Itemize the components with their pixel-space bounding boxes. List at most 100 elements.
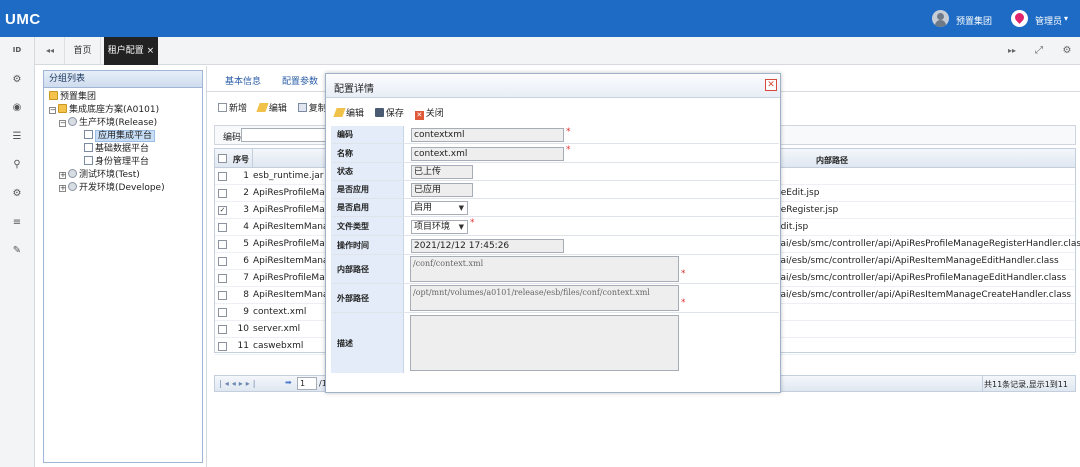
op-time-value: 2021/12/12 17:45:26	[411, 239, 564, 253]
tree-node-release[interactable]: − 生产环境(Release)	[59, 117, 157, 130]
org-switch[interactable]: 预置集团	[956, 14, 992, 27]
status-value: 已上传	[411, 165, 473, 179]
dialog-save-button[interactable]: 保存	[374, 106, 404, 119]
dialog-toolbar: 编辑 保存 ✕ 关闭	[333, 106, 452, 120]
panel-title: 分组列表	[44, 71, 202, 88]
cog-icon[interactable]: ⚙	[0, 188, 34, 199]
dialog-close-button[interactable]: ✕ 关闭	[414, 106, 444, 120]
row-checkbox[interactable]	[218, 308, 227, 317]
refresh-icon[interactable]: ➡	[285, 378, 292, 387]
desc-textarea[interactable]	[410, 315, 679, 371]
row-name: ApiResItemManag	[253, 222, 335, 232]
row-index: 3	[243, 205, 249, 215]
tree-node-solution[interactable]: − 集成底座方案(A0101)	[49, 104, 159, 117]
inner-path-textarea[interactable]: /conf/context.xml	[410, 256, 679, 282]
expand-icon[interactable]: +	[59, 172, 66, 179]
copy-button[interactable]: 复制	[297, 101, 327, 114]
subtab-basic-info[interactable]: 基本信息	[225, 74, 261, 87]
tree-node-identity[interactable]: 身份管理平台	[84, 156, 149, 169]
row-checkbox[interactable]	[218, 274, 227, 283]
row-checkbox[interactable]	[218, 257, 227, 266]
required-mark: *	[681, 269, 686, 279]
globe-icon	[68, 169, 77, 178]
name-input[interactable]: context.xml	[411, 147, 564, 161]
tree-node-app-integration[interactable]: 应用集成平台	[84, 130, 156, 143]
row-checkbox[interactable]	[218, 325, 227, 334]
pager-nav-icons[interactable]: |◂◂▸▸|	[219, 379, 258, 388]
col-divider	[252, 149, 253, 168]
tab-settings-icon[interactable]: ⚙	[1056, 37, 1078, 65]
outer-path-textarea[interactable]: /opt/mnt/volumes/a0101/release/esb/files…	[410, 285, 679, 311]
chevron-down-icon: ▼	[458, 223, 464, 231]
row-name: esb_runtime.jar	[253, 171, 324, 181]
subtab-config-params[interactable]: 配置参数	[282, 74, 318, 87]
dialog-edit-button[interactable]: 编辑	[333, 106, 364, 119]
row-checkbox[interactable]	[218, 172, 227, 181]
code-input[interactable]: contextxml	[411, 128, 564, 142]
wrench-icon[interactable]: ✎	[0, 245, 34, 256]
copy-icon	[297, 103, 307, 112]
config-detail-dialog: 配置详情 ✕ 编辑 保存 ✕ 关闭 编码 contextxml * 名称 cont…	[325, 73, 781, 393]
field-applied: 是否应用 已应用	[331, 181, 779, 199]
row-checkbox[interactable]	[218, 223, 227, 232]
enabled-select[interactable]: 启用 ▼	[411, 201, 468, 215]
row-index: 2	[243, 188, 249, 198]
edit-button[interactable]: 编辑	[256, 101, 287, 114]
tab-bar: ◂◂ 首页 租户配置 × ▸▸ ⤢ ⚙	[35, 37, 1080, 65]
dialog-title: 配置详情	[334, 84, 374, 95]
gears-icon[interactable]: ⚙	[0, 74, 34, 85]
user-pin-icon	[1011, 10, 1028, 27]
tree-node-develop[interactable]: + 开发环境(Develope)	[59, 182, 165, 195]
filter-code-label: 编码	[223, 133, 242, 143]
tab-tenant-config[interactable]: 租户配置 ×	[104, 37, 158, 65]
row-index: 4	[243, 222, 249, 232]
eye-icon[interactable]: ◉	[0, 102, 34, 113]
row-inner-path: eai/esb/smc/controller/api/ApiResItemMan…	[775, 256, 1059, 266]
row-inner-path: eai/esb/smc/controller/api/ApiResProfile…	[775, 239, 1080, 249]
add-button[interactable]: 新增	[218, 101, 247, 114]
tab-scroll-left-icon[interactable]: ◂◂	[39, 37, 61, 65]
row-name: ApiResProfileMana	[253, 188, 336, 198]
globe-icon	[68, 117, 77, 126]
row-checkbox[interactable]	[218, 342, 227, 351]
row-name: ApiResProfileMana	[253, 205, 336, 215]
menu-icon[interactable]: ≡	[0, 217, 34, 228]
tree-node-basic-data[interactable]: 基础数据平台	[84, 143, 149, 156]
row-checkbox[interactable]	[218, 291, 227, 300]
field-label: 是否应用	[331, 181, 404, 198]
row-index: 9	[243, 307, 249, 317]
tab-scroll-right-icon[interactable]: ▸▸	[1001, 37, 1023, 65]
row-checkbox[interactable]: ✓	[218, 206, 227, 215]
dialog-close-icon[interactable]: ✕	[765, 79, 777, 91]
close-x-icon: ✕	[414, 111, 424, 120]
fullscreen-icon[interactable]: ⤢	[1028, 37, 1050, 65]
field-label: 文件类型	[331, 217, 404, 235]
col-inner-path: 内部路径	[816, 156, 848, 165]
field-label: 描述	[331, 313, 404, 373]
select-all-checkbox[interactable]	[218, 154, 227, 163]
filter-code-input[interactable]	[241, 128, 331, 142]
pager-divider	[982, 376, 983, 391]
row-name: context.xml	[253, 307, 307, 317]
row-checkbox[interactable]	[218, 240, 227, 249]
row-index: 7	[243, 273, 249, 283]
expand-icon[interactable]: +	[59, 185, 66, 192]
user-menu[interactable]: 管理员	[1035, 14, 1062, 27]
org-avatar-icon	[932, 10, 949, 27]
list-icon[interactable]: ☰	[0, 131, 34, 142]
id-card-icon[interactable]: ID	[0, 46, 34, 54]
row-index: 10	[237, 324, 249, 334]
row-index: 11	[237, 341, 249, 351]
tree-node-root[interactable]: 预置集团	[49, 91, 96, 104]
row-checkbox[interactable]	[218, 189, 227, 198]
tree-node-test[interactable]: + 测试环境(Test)	[59, 169, 140, 182]
field-inner-path: 内部路径 /conf/context.xml *	[331, 255, 779, 284]
page-input[interactable]: 1	[297, 377, 317, 390]
tab-home[interactable]: 首页	[64, 37, 101, 65]
file-type-select[interactable]: 项目环境 ▼	[411, 220, 468, 234]
collapse-icon[interactable]: −	[49, 107, 56, 114]
sitemap-icon[interactable]: ⚲	[0, 159, 34, 170]
collapse-icon[interactable]: −	[59, 120, 66, 127]
user-menu-caret-icon[interactable]: ▾	[1064, 14, 1068, 23]
field-label: 内部路径	[331, 255, 404, 283]
